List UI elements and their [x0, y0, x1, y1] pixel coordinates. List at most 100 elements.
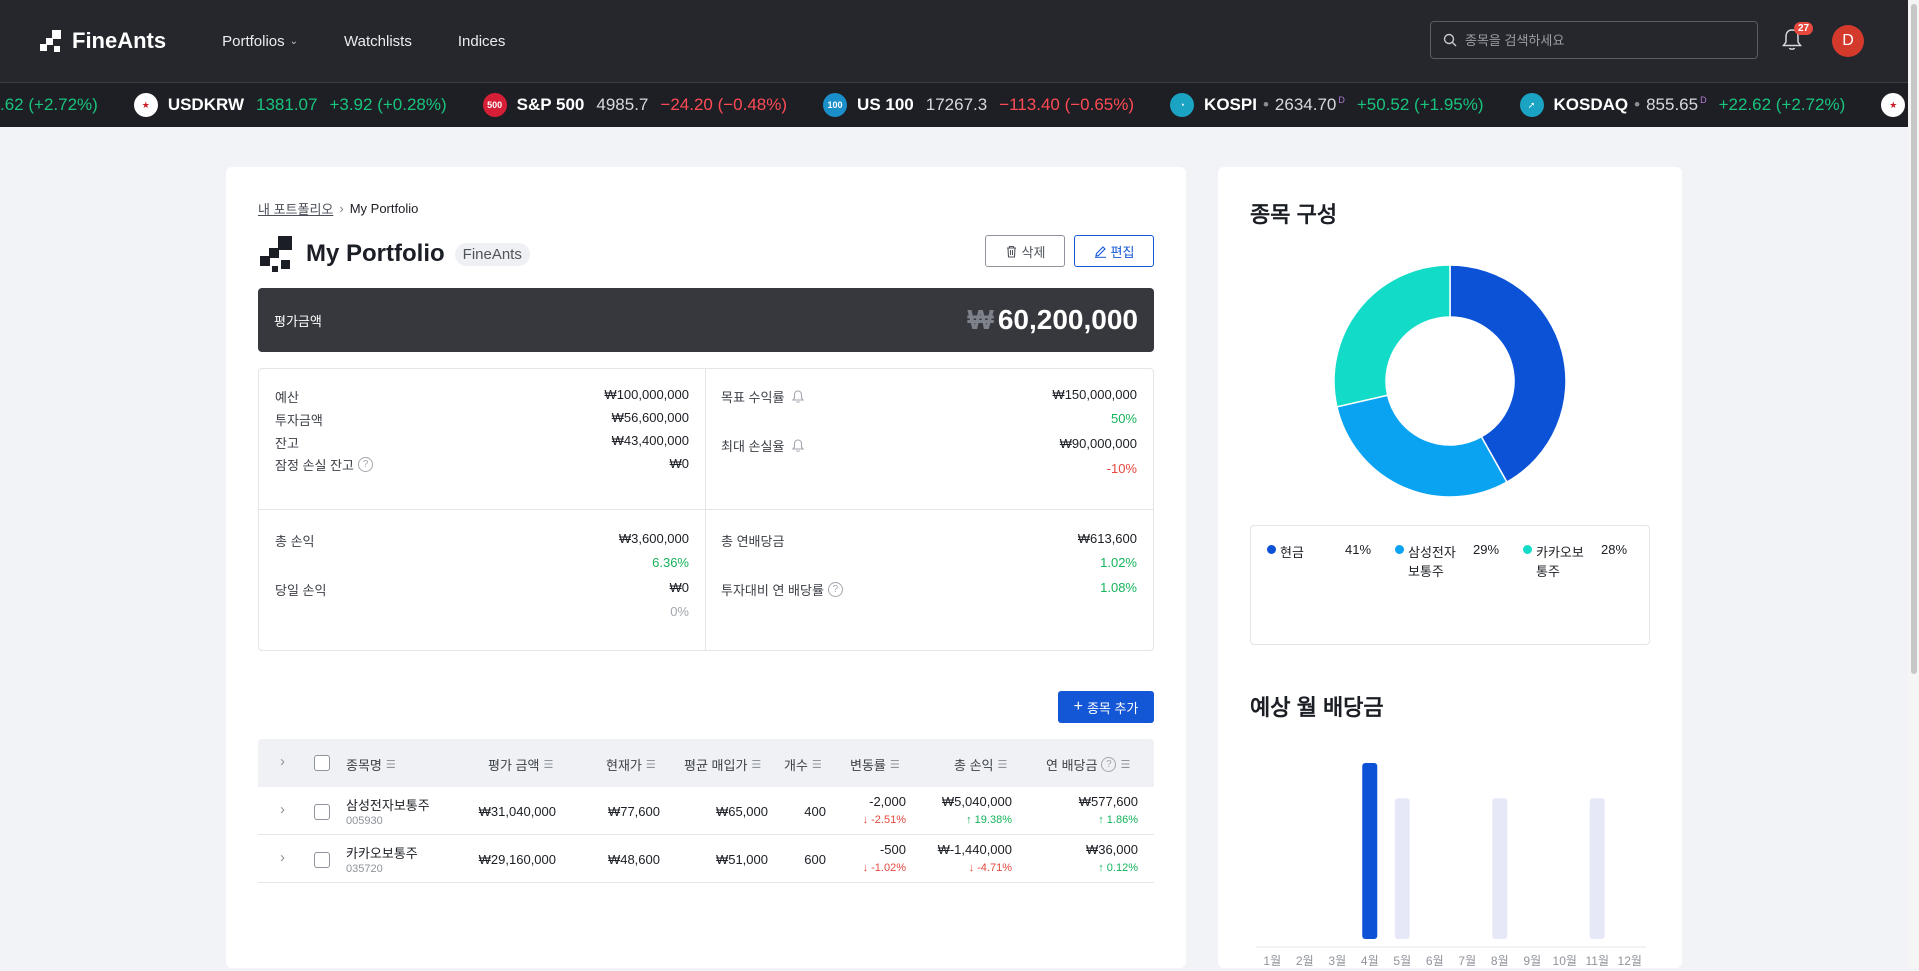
dividend-bar[interactable] — [1492, 798, 1508, 939]
dividend-bar[interactable] — [1589, 798, 1605, 939]
col-pl-header[interactable]: 총 손익 ☰ — [954, 755, 1007, 774]
nav-indices[interactable]: Indices — [458, 33, 506, 50]
legend-dot — [1267, 545, 1276, 554]
holdings-table-header: › 종목명 ☰ 평가 금액 ☰ 현재가 ☰ 평균 매입가 ☰ 개수 ☰ 변동률 ☰ 총 손익… — [258, 739, 1154, 787]
help-icon[interactable]: ? — [357, 457, 373, 472]
provisional-loss-label: 잠정 손실 잔고 — [275, 458, 354, 473]
max-loss-value: ₩90,000,000 — [1059, 436, 1137, 451]
portfolio-value: ₩60,200,000 — [967, 304, 1138, 336]
ticker-delay-mark: D — [1700, 95, 1707, 106]
stock-name[interactable]: 카카오보통주 — [346, 843, 418, 862]
main-nav: Portfolios ⌄ Watchlists Indices — [222, 33, 551, 50]
month-tick-label: 5월 — [1393, 954, 1411, 968]
dividend-bar[interactable] — [1362, 763, 1378, 939]
month-tick-label: 9월 — [1523, 954, 1541, 968]
col-div-header[interactable]: 연 배당금? ☰ — [1046, 755, 1130, 774]
edit-label: 편집 — [1110, 244, 1135, 260]
expand-row-chevron-icon[interactable]: › — [280, 849, 285, 866]
sort-icon: ☰ — [385, 759, 396, 771]
ticker-item[interactable]: ◔ KOSPI • 2634.70 D +50.52 (+1.95%) — [1170, 93, 1484, 117]
month-tick-label: 12월 — [1618, 954, 1642, 968]
target-return-pct: 50% — [1110, 411, 1137, 426]
donut-slice[interactable] — [1333, 264, 1451, 408]
expand-all-chevron-icon[interactable]: › — [280, 753, 285, 770]
portfolio-side-panel: 종목 구성 현금 41% 삼성전자보통주 29% 카카오보통주 28% 예상 월… — [1218, 167, 1682, 968]
ticker-change: +50.52 (+1.95%) — [1356, 95, 1484, 114]
month-tick-label: 2월 — [1296, 954, 1314, 968]
row-checkbox[interactable] — [314, 852, 330, 868]
monthly-dividend-bars: 1월 2월 3월 4월 5월 6월 7월 8월 9월 10월 11월 12월 — [1256, 763, 1646, 968]
total-pl-value: ₩3,600,000 — [618, 531, 689, 546]
ticker-item[interactable]: 500 S&P 500 4985.7 −24.20 (−0.48%) — [482, 93, 787, 117]
ticker-item[interactable]: 100 US 100 17267.3 −113.40 (−0.65%) — [823, 93, 1134, 117]
table-row[interactable]: › 삼성전자보통주 005930 ₩31,040,000 ₩77,600 ₩65… — [258, 787, 1154, 835]
ticker-item[interactable]: .62 (+2.72%) — [0, 95, 98, 115]
col-price-label: 현재가 — [606, 758, 642, 773]
ticker-price-value: 855.65 — [1646, 95, 1699, 114]
total-pl-pct: 6.36% — [652, 555, 689, 570]
search-box[interactable] — [1430, 21, 1758, 59]
legend-dot — [1395, 545, 1404, 554]
stock-code: 035720 — [346, 863, 383, 875]
row-checkbox[interactable] — [314, 804, 330, 820]
max-loss-label: 최대 손실율 — [721, 439, 785, 454]
col-avg-header[interactable]: 평균 매입가 ☰ — [684, 755, 761, 774]
sort-icon: ☰ — [811, 759, 822, 771]
ticker-price-value: 2634.70 — [1274, 95, 1337, 114]
month-tick-label: 10월 — [1553, 954, 1577, 968]
dividend-bar[interactable] — [1394, 798, 1410, 939]
col-change-header[interactable]: 변동률 ☰ — [850, 755, 900, 774]
legend-dot — [1523, 545, 1532, 554]
select-all-checkbox[interactable] — [314, 755, 330, 771]
value-label: 평가금액 — [274, 313, 322, 329]
col-name-header[interactable]: 종목명 ☰ — [346, 755, 396, 774]
month-tick-label: 6월 — [1426, 954, 1444, 968]
help-icon[interactable]: ? — [1101, 757, 1117, 772]
stock-name[interactable]: 삼성전자보통주 — [346, 795, 430, 814]
legend-label: 현금 — [1280, 545, 1304, 560]
donut-slice[interactable] — [1336, 394, 1508, 498]
breadcrumb: 내 포트폴리오 › My Portfolio — [258, 199, 418, 218]
notification-count-badge: 27 — [1794, 22, 1814, 35]
delete-portfolio-button[interactable]: 삭제 — [985, 235, 1065, 267]
page-scrollbar-thumb[interactable] — [1911, 4, 1917, 674]
bell-icon[interactable] — [790, 389, 806, 405]
ticker-price: 2634.70 D — [1275, 95, 1345, 115]
user-avatar[interactable]: D — [1832, 25, 1864, 57]
ticker-change: .62 (+2.72%) — [0, 95, 98, 114]
bell-icon[interactable] — [790, 438, 806, 454]
col-qty-header[interactable]: 개수 ☰ — [784, 755, 822, 774]
ticker-item[interactable]: ➚ KOSDAQ • 855.65 D +22.62 (+2.72%) — [1519, 93, 1845, 117]
total-pl-pct-cell: ↑ 19.38% — [966, 814, 1012, 826]
legend-item-cash: 현금 — [1267, 542, 1304, 561]
plus-icon: + — [1073, 698, 1083, 715]
nav-watchlists[interactable]: Watchlists — [344, 33, 412, 50]
col-price-header[interactable]: 현재가 ☰ — [606, 755, 656, 774]
ticker-item[interactable]: ★ USDKRW 1381.07 +3.92 (+0.28%) — [133, 93, 447, 117]
dividend-yield-row: 투자대비 연 배당률 ? — [721, 580, 843, 599]
composition-legend: 현금 41% 삼성전자보통주 29% 카카오보통주 28% — [1250, 525, 1650, 645]
portfolio-value-bar: 평가금액 ₩60,200,000 — [258, 288, 1154, 352]
help-icon[interactable]: ? — [827, 582, 843, 597]
total-pl-cell: ₩-1,440,000 — [937, 842, 1012, 857]
add-stock-button[interactable]: + 종목 추가 — [1058, 691, 1154, 723]
ticker-item[interactable]: ★ U — [1881, 93, 1908, 117]
col-eval-header[interactable]: 평가 금액 ☰ — [488, 755, 553, 774]
dividend-cell: ₩577,600 — [1078, 794, 1138, 809]
breadcrumb-root-link[interactable]: 내 포트폴리오 — [258, 199, 333, 218]
nav-portfolios[interactable]: Portfolios ⌄ — [222, 33, 298, 50]
chevron-down-icon: ⌄ — [289, 35, 299, 47]
ticker-name: S&P 500 — [516, 95, 585, 114]
ticker-status-dot: • — [1634, 95, 1641, 114]
legend-label: 카카오보통주 — [1536, 545, 1584, 579]
month-tick-label: 7월 — [1458, 954, 1476, 968]
table-row[interactable]: › 카카오보통주 035720 ₩29,160,000 ₩48,600 ₩51,… — [258, 835, 1154, 883]
edit-portfolio-button[interactable]: 편집 — [1074, 235, 1154, 267]
search-input[interactable] — [1465, 32, 1745, 48]
ticker-status-dot: • — [1262, 95, 1269, 114]
expand-row-chevron-icon[interactable]: › — [280, 801, 285, 818]
legend-item-kakao: 카카오보통주 — [1523, 542, 1595, 580]
col-pl-label: 총 손익 — [954, 758, 994, 773]
app-logo[interactable]: FineAnts — [38, 28, 166, 54]
dividend-pct-cell: ↑ 0.12% — [1098, 862, 1138, 874]
